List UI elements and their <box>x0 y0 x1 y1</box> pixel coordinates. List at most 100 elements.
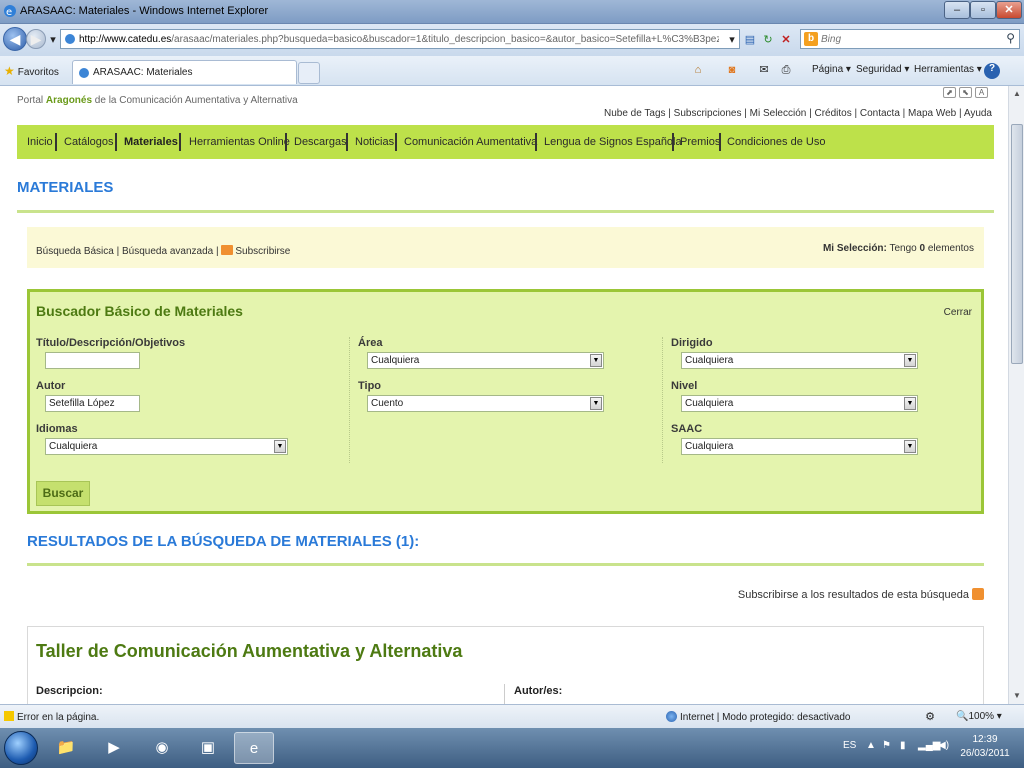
titulo-input[interactable] <box>45 352 140 369</box>
page-content: Portal Aragonés de la Comunicación Aumen… <box>0 86 1008 704</box>
flag-icon[interactable]: ⚑ <box>882 740 891 751</box>
nivel-label: Nivel <box>671 380 698 392</box>
nivel-select[interactable]: Cualquiera ▼ <box>681 395 918 412</box>
page-error-status[interactable]: Error en la página. <box>4 711 99 723</box>
close-search-link[interactable]: Cerrar <box>944 307 972 318</box>
result-card: Taller de Comunicación Aumentativa y Alt… <box>27 626 984 704</box>
saac-select[interactable]: Cualquiera ▼ <box>681 438 918 455</box>
stop-icon[interactable]: ✕ <box>778 32 794 48</box>
back-button[interactable]: ◀ <box>3 27 27 51</box>
search-icon[interactable]: ⚲ <box>1006 31 1015 45</box>
nav-item-noticias[interactable]: Noticias <box>355 136 394 148</box>
bing-icon: b <box>804 32 818 46</box>
saac-label: SAAC <box>671 423 703 435</box>
nav-item-comunicacion[interactable]: Comunicación Aumentativa <box>404 136 537 148</box>
page-menu[interactable]: Página ▾ <box>812 64 851 75</box>
share-icon[interactable]: ⬈ <box>943 87 956 98</box>
area-label: Área <box>358 337 383 349</box>
scroll-thumb[interactable] <box>1011 124 1023 364</box>
media-player-taskbar-icon[interactable]: ▶ <box>94 732 134 764</box>
mail-icon[interactable]: ✉ <box>756 62 772 78</box>
compat-view-icon[interactable]: ▤ <box>742 32 758 48</box>
url-text[interactable]: http://www.catedu.es/arasaac/materiales.… <box>79 34 719 45</box>
nav-item-herramientas[interactable]: Herramientas Online <box>189 136 290 148</box>
portal-tagline: Portal Aragonés de la Comunicación Aumen… <box>17 95 298 106</box>
security-menu[interactable]: Seguridad ▾ <box>856 64 909 75</box>
result-title[interactable]: Taller de Comunicación Aumentativa y Alt… <box>36 641 462 662</box>
titulo-label: Título/Descripción/Objetivos <box>36 337 186 349</box>
autores-label: Autor/es: <box>514 685 563 697</box>
print-icon[interactable]: ⎙ <box>778 62 794 78</box>
volume-icon[interactable]: ◀) <box>938 740 949 751</box>
buscar-button[interactable]: Buscar <box>36 481 90 506</box>
close-button[interactable]: ✕ <box>996 1 1022 19</box>
advanced-search-link[interactable]: Búsqueda avanzada <box>122 246 213 257</box>
rss-icon <box>221 245 234 255</box>
taskbar: 📁 ▶ ◉ ▣ e ES ▲ ⚑ ▮ ▂▄▆ ◀) 12:39 26/03/201… <box>0 728 1024 768</box>
dirigido-select[interactable]: Cualquiera ▼ <box>681 352 918 369</box>
nav-item-inicio[interactable]: Inicio <box>27 136 53 148</box>
basic-search-panel: Buscador Básico de Materiales Cerrar Tít… <box>27 289 984 514</box>
favorites-button[interactable]: ★ Favoritos <box>4 64 59 78</box>
nav-item-premios[interactable]: Premios <box>680 136 720 148</box>
feeds-icon[interactable]: ◙ <box>724 62 740 78</box>
firefox-taskbar-icon[interactable]: ◉ <box>142 732 182 764</box>
start-button[interactable] <box>4 731 38 765</box>
title-divider <box>17 210 994 213</box>
favorites-bar: ★ Favoritos ARASAAC: Materiales ⌂ ◙ ✉ ⎙ P… <box>0 56 1024 86</box>
chevron-down-icon: ▼ <box>590 354 602 367</box>
results-divider <box>27 563 984 566</box>
new-tab-button[interactable] <box>298 62 320 84</box>
nav-item-condiciones[interactable]: Condiciones de Uso <box>727 136 825 148</box>
help-icon[interactable]: ? <box>984 63 1000 79</box>
minimize-button[interactable]: – <box>944 1 970 19</box>
svg-text:e: e <box>6 7 12 18</box>
top-links[interactable]: Nube de Tags | Subscripciones | Mi Selec… <box>604 108 992 119</box>
idiomas-label: Idiomas <box>36 423 78 435</box>
powerpoint-taskbar-icon[interactable]: ▣ <box>188 732 228 764</box>
nav-item-materiales[interactable]: Materiales <box>124 136 178 148</box>
nav-item-descargas[interactable]: Descargas <box>294 136 347 148</box>
tools-menu[interactable]: Herramientas ▾ <box>914 64 982 75</box>
subscribe-results[interactable]: Subscribirse a los resultados de esta bú… <box>738 588 984 601</box>
window-titlebar: e ARASAAC: Materiales - Windows Internet… <box>0 0 1024 24</box>
scroll-up-icon[interactable]: ▲ <box>1010 86 1024 102</box>
my-selection-link[interactable]: Mi Selección: <box>823 243 887 254</box>
search-input[interactable] <box>821 32 991 46</box>
subscribe-link[interactable]: Subscribirse <box>235 246 290 257</box>
maximize-button[interactable]: ▫ <box>970 1 996 19</box>
idiomas-select[interactable]: Cualquiera ▼ <box>45 438 288 455</box>
tipo-select[interactable]: Cuento ▼ <box>367 395 604 412</box>
show-hidden-icons-icon[interactable]: ▲ <box>866 740 876 751</box>
history-dropdown-icon[interactable]: ▾ <box>45 32 61 48</box>
my-selection-status: Mi Selección: Tengo 0 elementos <box>822 243 974 254</box>
chevron-down-icon: ▼ <box>904 354 916 367</box>
language-indicator[interactable]: ES <box>843 740 856 751</box>
search-box[interactable]: b ⚲ <box>800 29 1020 49</box>
power-icon[interactable]: ▮ <box>900 740 906 751</box>
basic-search-link[interactable]: Búsqueda Básica <box>36 246 114 257</box>
results-title: RESULTADOS DE LA BÚSQUEDA DE MATERIALES … <box>27 533 420 550</box>
scroll-down-icon[interactable]: ▼ <box>1010 688 1024 704</box>
browser-tab[interactable]: ARASAAC: Materiales <box>72 60 297 84</box>
rss-icon <box>972 588 984 600</box>
nav-item-lengua-signos[interactable]: Lengua de Signos Española <box>544 136 682 148</box>
autor-input[interactable]: Setefilla López <box>45 395 140 412</box>
home-icon[interactable]: ⌂ <box>690 62 706 78</box>
zoom-level[interactable]: 🔍100% ▾ <box>956 711 1002 722</box>
area-select[interactable]: Cualquiera ▼ <box>367 352 604 369</box>
forward-button[interactable]: ▶ <box>26 29 46 49</box>
address-bar[interactable]: http://www.catedu.es/arasaac/materiales.… <box>60 29 740 49</box>
address-toolbar: ◀ ▶ ▾ http://www.catedu.es/arasaac/mater… <box>0 24 1024 56</box>
font-size-icon[interactable]: A <box>975 87 988 98</box>
explorer-taskbar-icon[interactable]: 📁 <box>46 732 86 764</box>
popup-icon[interactable]: ⚙ <box>922 709 938 725</box>
refresh-icon[interactable]: ↻ <box>760 32 776 48</box>
clock[interactable]: 12:39 26/03/2011 <box>960 733 1010 761</box>
page-icon <box>65 34 75 44</box>
nav-item-catalogos[interactable]: Catálogos <box>64 136 114 148</box>
vertical-scrollbar[interactable]: ▲ ▼ <box>1008 86 1024 704</box>
address-dropdown-icon[interactable]: ▾ <box>724 32 740 48</box>
ie-taskbar-icon[interactable]: e <box>234 732 274 764</box>
bookmark-icon[interactable]: ⬉ <box>959 87 972 98</box>
